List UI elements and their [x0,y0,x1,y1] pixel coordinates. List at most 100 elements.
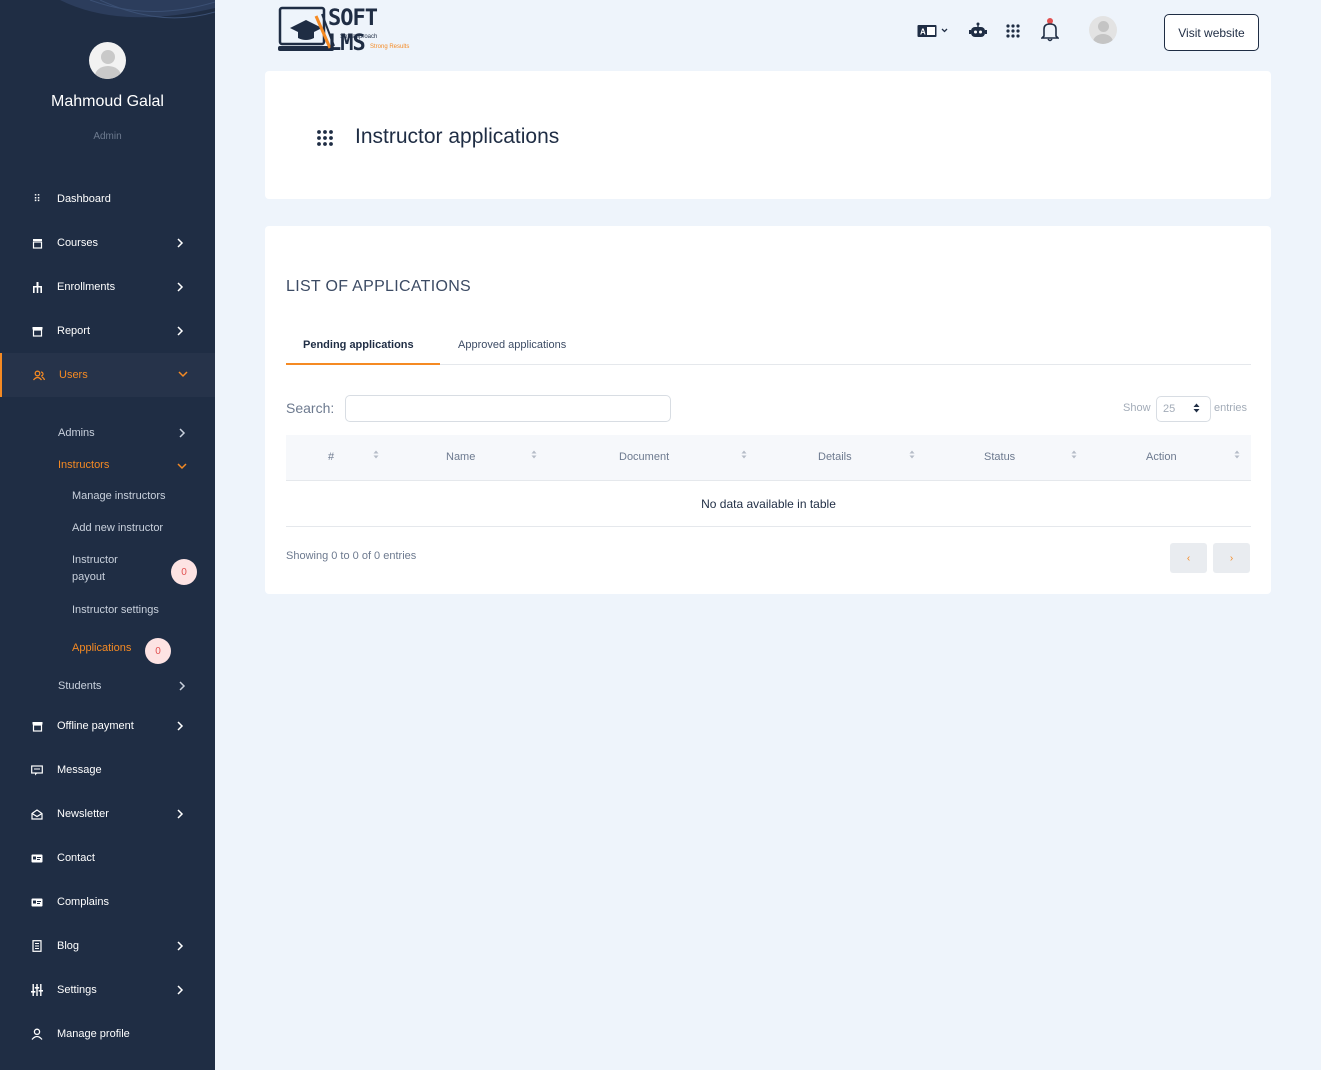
profile-name: Mahmoud Galal [51,93,164,110]
sidebar-item-label: Message [57,764,102,776]
sidebar: Mahmoud Galal Admin ⠿ Dashboard Courses … [0,0,215,1070]
sidebar-item-blog[interactable]: Blog [0,924,215,968]
sidebar-wave-decoration [60,0,215,19]
column-header-status[interactable]: Status [984,451,1015,463]
active-tab-indicator [286,363,440,365]
sort-icon[interactable] [372,450,380,460]
sidebar-subitem-label: payout [72,571,106,583]
hierarchy-icon [31,281,43,293]
table-info: Showing 0 to 0 of 0 entries [286,550,417,562]
tab-pending-applications[interactable]: Pending applications [303,339,414,351]
notification-bell-icon[interactable] [1040,18,1060,45]
courses-icon [31,237,43,249]
column-header-details[interactable]: Details [818,451,852,463]
apps-grid-icon [316,129,334,152]
grid-icon: ⠿ [33,193,41,205]
sidebar-item-report[interactable]: Report [0,309,215,353]
sidebar-item-settings[interactable]: Settings [0,968,215,1012]
sidebar-item-complains[interactable]: Complains [0,880,215,924]
chevron-right-icon [178,681,186,694]
sidebar-subitem-instructor-payout[interactable]: Instructor payout [72,554,118,583]
sort-icon[interactable] [1070,450,1078,460]
contact-card-icon [31,852,43,864]
show-label: Show [1123,402,1151,414]
search-input[interactable] [345,395,671,422]
chevron-right-icon [176,985,186,995]
brand-logo[interactable]: SOFT LMS Soft approach Strong Results [278,6,424,56]
chevron-down-icon [178,370,188,380]
report-icon [31,325,43,337]
user-icon [31,1028,43,1040]
sidebar-item-label: Users [59,369,88,381]
sort-updown-icon [1193,403,1200,415]
robot-icon[interactable] [969,22,987,41]
sidebar-profile: Mahmoud Galal Admin [0,42,215,142]
page-title: Instructor applications [355,125,560,148]
sidebar-subitem-manage-instructors[interactable]: Manage instructors [72,490,166,502]
search-label: Search: [286,400,335,416]
sidebar-item-offline-payment[interactable]: Offline payment [0,704,215,748]
column-header-name[interactable]: Name [446,451,475,463]
sidebar-item-label: Courses [57,237,98,249]
sidebar-subitem-instructor-settings[interactable]: Instructor settings [72,604,159,616]
sidebar-subitem-add-new-instructor[interactable]: Add new instructor [72,522,163,534]
sort-icon[interactable] [908,450,916,460]
sort-icon[interactable] [530,450,538,460]
table-header: # Name Document Details Status Action [286,435,1251,481]
page-header-card: Instructor applications [265,71,1271,199]
avatar[interactable] [89,42,126,79]
sidebar-item-label: Enrollments [57,281,116,293]
sidebar-item-newsletter[interactable]: Newsletter [0,792,215,836]
entries-per-page-value: 25 [1163,403,1176,415]
applications-list-card: LIST OF APPLICATIONS Pending application… [265,226,1271,594]
chevron-right-icon [176,238,186,248]
table-empty-row: No data available in table [286,481,1251,527]
sidebar-item-label: Settings [57,984,97,996]
sidebar-subitem-admins[interactable]: Admins [58,427,95,439]
language-switcher[interactable]: A [917,24,949,41]
sidebar-item-users[interactable]: Users [0,353,215,397]
pagination-previous-button[interactable]: ‹ [1170,543,1207,573]
sidebar-subitem-students[interactable]: Students [58,680,101,692]
applications-count-badge: 0 [145,638,171,664]
sidebar-item-label: Manage profile [57,1028,130,1040]
sidebar-item-label: Report [57,325,91,337]
sidebar-item-label: Contact [57,852,95,864]
sliders-icon [31,984,43,996]
entries-per-page-select[interactable]: 25 [1156,396,1211,422]
translate-icon: A [917,25,948,37]
column-header-index[interactable]: # [328,451,334,463]
column-header-action[interactable]: Action [1146,451,1177,463]
sort-icon[interactable] [1233,450,1241,460]
application-tabs: Pending applications Approved applicatio… [286,331,1251,365]
chevron-right-icon [176,809,186,819]
envelope-open-icon [31,808,43,820]
sidebar-item-manage-profile[interactable]: Manage profile [0,1012,215,1056]
sidebar-subitem-label: Instructor [72,554,118,566]
svg-text:A: A [920,28,926,37]
sidebar-item-label: Newsletter [57,808,109,820]
column-header-document[interactable]: Document [619,451,669,463]
entries-label: entries [1214,402,1248,414]
profile-role: Admin [93,131,122,142]
chevron-down-icon [177,461,187,473]
sidebar-item-courses[interactable]: Courses [0,221,215,265]
header-avatar[interactable] [1089,16,1117,44]
sidebar-item-dashboard[interactable]: ⠿ Dashboard [0,177,215,221]
pagination-next-button[interactable]: › [1213,543,1250,573]
visit-website-button[interactable]: Visit website [1164,14,1259,51]
sidebar-item-enrollments[interactable]: Enrollments [0,265,215,309]
chevron-right-icon [176,282,186,292]
sidebar-item-contact[interactable]: Contact [0,836,215,880]
sidebar-item-label: Offline payment [57,720,134,732]
apps-grid-icon[interactable] [1006,24,1020,41]
sidebar-item-label: Complains [57,896,109,908]
sidebar-subitem-instructors[interactable]: Instructors [58,459,109,471]
document-icon [31,940,43,952]
tab-approved-applications[interactable]: Approved applications [458,339,566,351]
payment-icon [31,720,43,732]
users-icon [33,369,45,381]
sort-icon[interactable] [740,450,748,460]
sidebar-item-message[interactable]: Message [0,748,215,792]
sidebar-subitem-applications[interactable]: Applications [72,642,131,654]
